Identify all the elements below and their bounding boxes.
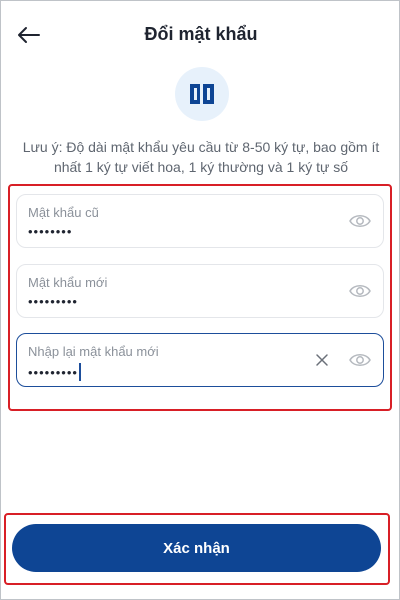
confirm-password-value: ••••••••• (28, 365, 78, 380)
eye-icon[interactable] (349, 350, 371, 370)
new-password-label: Mật khẩu mới (28, 275, 108, 290)
eye-icon[interactable] (349, 211, 371, 231)
eye-icon[interactable] (349, 281, 371, 301)
confirm-password-label: Nhập lại mật khẩu mới (28, 344, 159, 359)
password-requirements-note: Lưu ý: Độ dài mật khẩu yêu cầu từ 8-50 k… (22, 139, 380, 175)
app-logo (175, 67, 229, 121)
confirm-button[interactable]: Xác nhận (12, 524, 381, 572)
old-password-field[interactable]: Mật khẩu cũ •••••••• (16, 194, 384, 248)
text-cursor (78, 363, 81, 381)
old-password-label: Mật khẩu cũ (28, 205, 99, 220)
page-title: Đổi mật khẩu (144, 24, 258, 44)
bank-logo-icon (190, 84, 214, 104)
confirm-password-input[interactable]: ••••••••• (28, 363, 81, 381)
clear-icon[interactable] (314, 352, 330, 368)
old-password-value[interactable]: •••••••• (28, 224, 72, 239)
header: Đổi mật khẩu (1, 1, 400, 71)
confirm-password-field[interactable]: Nhập lại mật khẩu mới ••••••••• (16, 333, 384, 387)
new-password-field[interactable]: Mật khẩu mới ••••••••• (16, 264, 384, 318)
new-password-value[interactable]: ••••••••• (28, 294, 78, 309)
